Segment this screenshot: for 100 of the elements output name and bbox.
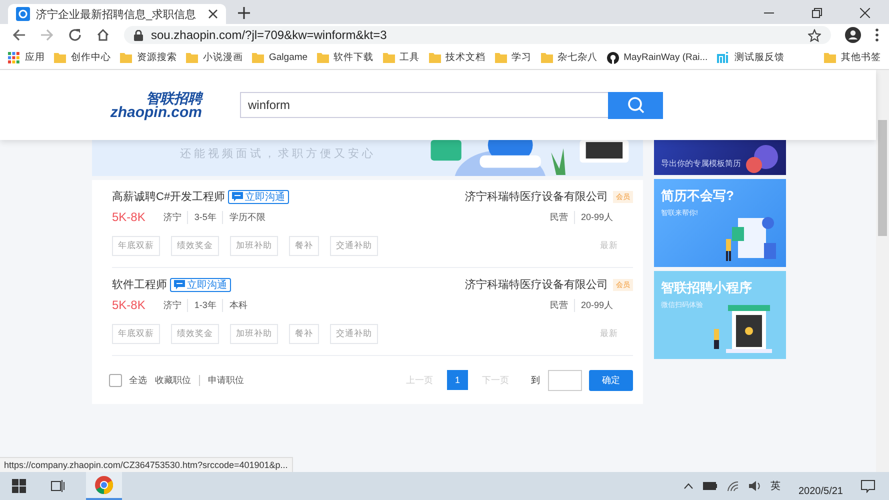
- company-name[interactable]: 济宁科瑞特医疗设备有限公司: [465, 277, 608, 292]
- bookmark[interactable]: 应用: [8, 51, 45, 64]
- job-education: 本科: [222, 298, 254, 312]
- folder-icon: [120, 52, 132, 63]
- folder-icon: [316, 52, 329, 63]
- chat-button[interactable]: 立即沟通: [228, 190, 290, 204]
- company-name[interactable]: 济宁科瑞特医疗设备有限公司: [465, 189, 608, 204]
- close-icon[interactable]: [208, 9, 218, 19]
- job-experience: 1-3年: [187, 298, 222, 312]
- search-icon: [626, 96, 644, 114]
- goto-label: 到: [531, 374, 540, 386]
- address-bar[interactable]: sou.zhaopin.com/?jl=709&kw=winform&kt=3: [124, 26, 831, 44]
- folder-icon: [540, 52, 553, 63]
- search-button[interactable]: [608, 92, 663, 118]
- wifi-icon[interactable]: [726, 481, 738, 491]
- action-link[interactable]: 收藏职位: [155, 374, 191, 386]
- bookmark[interactable]: 杂七杂八: [540, 51, 598, 64]
- job-education: 学历不限: [222, 210, 272, 224]
- chat-icon: [232, 192, 244, 202]
- new-tab-icon[interactable]: [238, 7, 250, 19]
- reload-icon[interactable]: [68, 28, 82, 42]
- benefit-tag: 加班补助: [230, 324, 278, 344]
- folder-icon: [428, 52, 441, 63]
- salary: 5K-8K: [112, 210, 146, 224]
- company-type: 民营: [548, 210, 569, 224]
- site-logo[interactable]: 智联招聘 zhaopin.com: [92, 90, 202, 120]
- folder-icon: [54, 52, 66, 63]
- chat-icon: [174, 280, 185, 290]
- bookmark[interactable]: Galgame: [252, 52, 308, 63]
- select-all-label[interactable]: 全选: [129, 374, 147, 386]
- bookmark[interactable]: 学习: [494, 51, 532, 64]
- folder-icon: [252, 52, 264, 63]
- back-icon[interactable]: [12, 28, 26, 42]
- salary: 5K-8K: [112, 298, 146, 312]
- chrome-icon: [95, 476, 113, 494]
- benefit-tag: 绩效奖金: [171, 324, 219, 344]
- freshness-label: 最新: [600, 328, 618, 340]
- folder-icon: [186, 52, 198, 63]
- chat-button[interactable]: 立即沟通: [170, 278, 231, 292]
- tab-title: 济宁企业最新招聘信息_求职信息: [36, 8, 198, 22]
- benefit-tag: 交通补助: [330, 324, 378, 344]
- close-icon[interactable]: [860, 8, 870, 18]
- benefit-tag: 年底双薪: [112, 324, 160, 344]
- status-url: https://company.zhaopin.com/CZ364753530.htm?srccode=401901&p...: [0, 457, 293, 472]
- bookmark[interactable]: 资源搜索: [120, 51, 177, 64]
- more-icon[interactable]: [875, 28, 879, 42]
- bookmark[interactable]: 其他书签: [824, 51, 881, 64]
- folder-icon: [824, 52, 836, 63]
- select-all-checkbox[interactable]: [109, 374, 122, 386]
- company-size: 20-99人: [574, 298, 633, 312]
- volume-icon[interactable]: [748, 481, 760, 491]
- job-city: 济宁: [162, 210, 182, 224]
- action-link[interactable]: 申请职位: [208, 374, 244, 386]
- benefit-tag: 绩效奖金: [171, 236, 219, 256]
- battery-icon[interactable]: [702, 482, 716, 490]
- job-experience: 3-5年: [187, 210, 222, 224]
- folder-icon: [494, 52, 507, 63]
- job-title[interactable]: 软件工程师: [112, 277, 167, 292]
- star-icon[interactable]: [808, 28, 821, 42]
- benefit-tag: 餐补: [289, 236, 319, 256]
- page-number[interactable]: 1: [447, 370, 468, 390]
- input-language[interactable]: 英: [770, 479, 780, 493]
- mi-logo-icon: [716, 52, 730, 63]
- benefit-tag: 加班补助: [230, 236, 278, 256]
- ad-title: 导出你的专属模板简历: [661, 158, 742, 169]
- scrollbar[interactable]: [876, 70, 889, 472]
- notification-icon[interactable]: [861, 480, 875, 492]
- freshness-label: 最新: [600, 240, 618, 252]
- confirm-button[interactable]: 确定: [589, 370, 633, 390]
- bookmark[interactable]: 测试服反馈: [716, 51, 785, 64]
- start-icon[interactable]: [12, 479, 26, 493]
- bookmark[interactable]: 工具: [382, 51, 420, 64]
- chevron-up-icon[interactable]: [684, 483, 692, 489]
- home-icon[interactable]: [96, 28, 110, 42]
- restore-icon[interactable]: [812, 8, 822, 18]
- benefit-tag: 餐补: [289, 324, 319, 344]
- ad-title: 智联招聘小程序: [661, 279, 753, 297]
- bookmark[interactable]: 软件下载: [316, 51, 374, 64]
- bookmark[interactable]: 技术文档: [428, 51, 486, 64]
- benefit-tag: 年底双薪: [112, 236, 160, 256]
- ad-title: 简历不会写?: [661, 187, 735, 205]
- company-size: 20-99人: [574, 210, 633, 224]
- company-type: 民营: [548, 298, 569, 312]
- site-icon: [16, 7, 30, 21]
- ad-banner[interactable]: 导出你的专属模板简历: [654, 140, 786, 175]
- benefit-tag: 交通补助: [330, 236, 378, 256]
- task-view-icon: [51, 480, 65, 492]
- job-city: 济宁: [162, 298, 182, 312]
- bookmark[interactable]: 创作中心: [54, 51, 111, 64]
- bookmark[interactable]: MayRainWay (Rai...: [606, 52, 708, 64]
- apps-grid-icon: [8, 52, 20, 64]
- browser-tab[interactable]: 济宁企业最新招聘信息_求职信息: [8, 4, 226, 24]
- search-field[interactable]: winform: [240, 92, 608, 118]
- job-title[interactable]: 高薪诚聘C#开发工程师: [112, 189, 226, 204]
- lock-icon: [134, 30, 143, 40]
- page-input[interactable]: [548, 370, 582, 390]
- profile-icon[interactable]: [845, 27, 861, 43]
- folder-icon: [382, 52, 395, 63]
- bookmark[interactable]: 小说漫画: [186, 51, 243, 64]
- clock-date[interactable]: 2020/5/21: [798, 486, 843, 496]
